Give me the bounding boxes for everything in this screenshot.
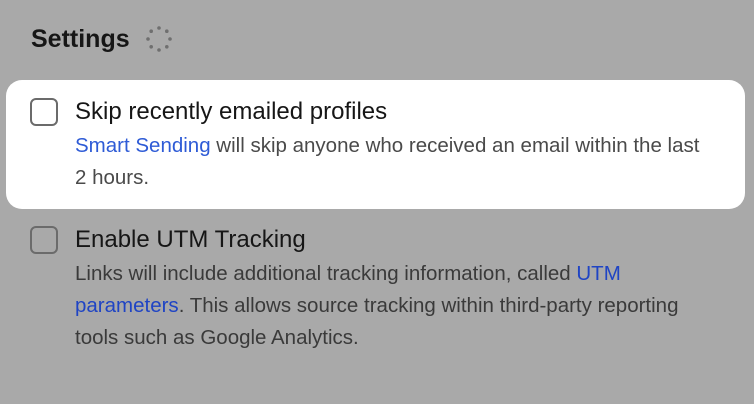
- skip-recently-emailed-checkbox[interactable]: [30, 98, 58, 126]
- smart-sending-link[interactable]: Smart Sending: [75, 134, 211, 157]
- option-label[interactable]: Enable UTM Tracking: [75, 224, 715, 256]
- option-skip-recently-emailed: Skip recently emailed profiles Smart Sen…: [30, 96, 715, 194]
- option-label[interactable]: Skip recently emailed profiles: [75, 96, 715, 128]
- option-description: Smart Sending will skip anyone who recei…: [75, 130, 715, 194]
- option-description: Links will include additional tracking i…: [75, 258, 715, 354]
- settings-header: Settings: [31, 24, 174, 54]
- description-text-pre: Links will include additional tracking i…: [75, 262, 577, 285]
- page-title: Settings: [31, 24, 130, 53]
- option-text: Enable UTM Tracking Links will include a…: [75, 224, 715, 354]
- loading-spinner-icon: [145, 26, 172, 52]
- option-enable-utm-tracking: Enable UTM Tracking Links will include a…: [30, 224, 715, 354]
- option-text: Skip recently emailed profiles Smart Sen…: [75, 96, 715, 194]
- enable-utm-tracking-checkbox[interactable]: [30, 226, 58, 254]
